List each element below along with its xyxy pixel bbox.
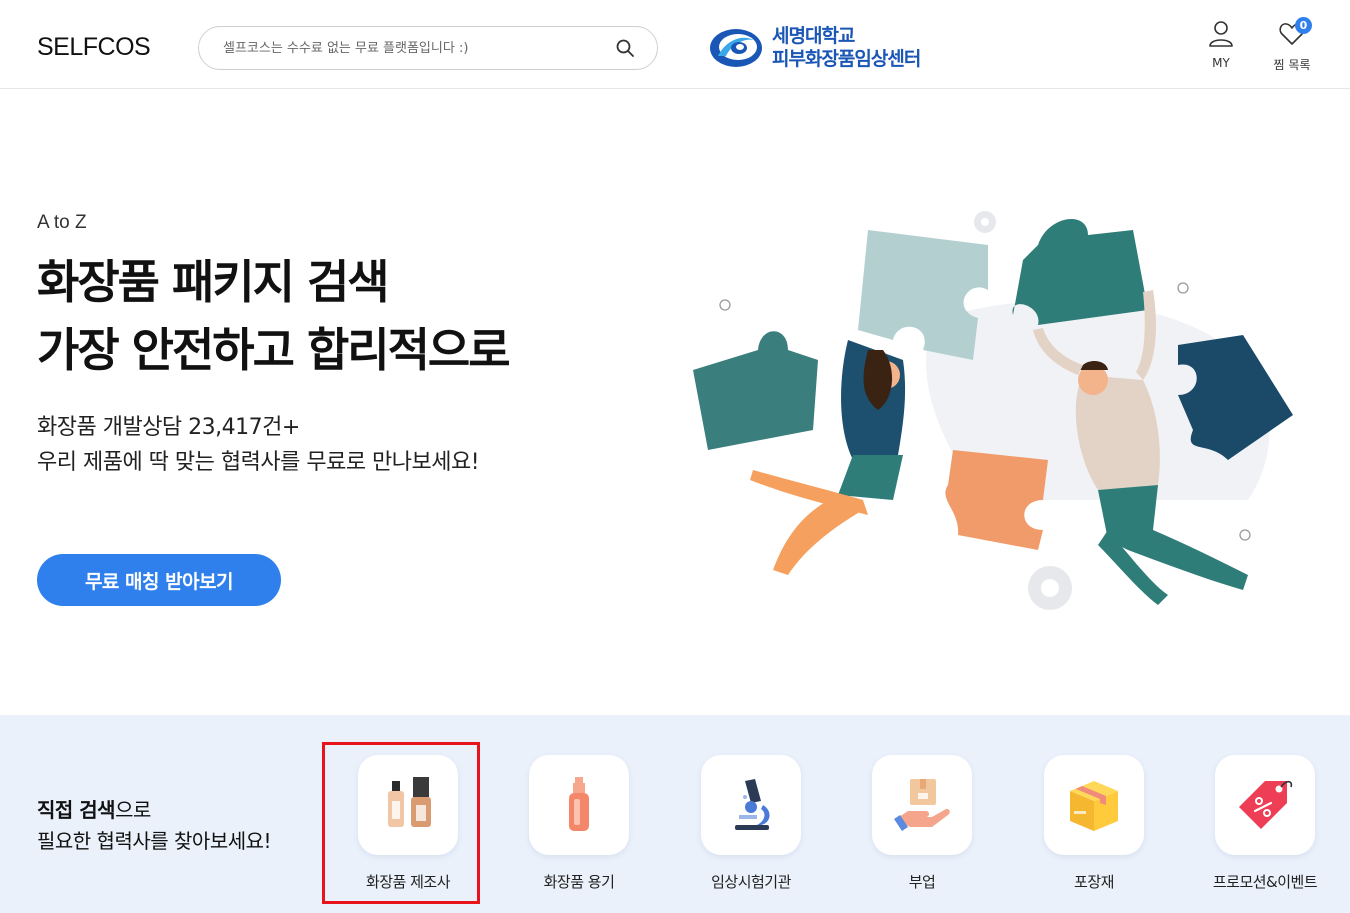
hero-desc-line-2: 우리 제품에 딱 맞는 협력사를 무료로 만나보세요! [37,450,480,475]
category-tile [1044,755,1144,855]
search-bar [198,26,658,70]
category-label: 임상시험기관 [711,873,791,891]
category-label: 화장품 제조사 [365,873,451,891]
wishlist-label: 찜 목록 [1273,58,1311,72]
site-header: SELFCOS 세명대학교 피부화장품임상센터 MY 0 [0,0,1350,89]
category-label: 프로모션&이벤트 [1212,873,1318,891]
partner-line-2: 피부화장품임상센터 [772,48,921,70]
category-tile [1215,755,1315,855]
category-intro-line-1: 직접 검색으로 [37,795,271,826]
category-intro-rest: 으로 [115,798,151,822]
puzzle-people-illustration [693,211,1293,610]
user-icon [1209,21,1233,47]
category-tile [701,755,801,855]
hero-eyebrow: A to Z [37,212,87,233]
partner-logo[interactable]: 세명대학교 피부화장품임상센터 [708,24,938,74]
my-label: MY [1212,56,1230,70]
partner-name: 세명대학교 피부화장품임상센터 [772,25,921,71]
hand-box-icon [894,779,950,831]
category-intro-line-2: 필요한 협력사를 찾아보세요! [37,829,272,853]
category-intro-bold: 직접 검색 [37,798,116,822]
category-label: 부업 [908,873,936,891]
category-container[interactable]: 화장품 용기 [509,755,649,905]
category-side-job[interactable]: 부업 [852,755,992,905]
category-promotion-event[interactable]: 프로모션&이벤트 [1195,755,1335,905]
hero-title-line-1: 화장품 패키지 검색 [37,255,390,309]
site-logo[interactable]: SELFCOS [37,33,151,62]
university-emblem-icon [710,29,762,67]
hero-title: 화장품 패키지 검색 가장 안전하고 합리적으로 [37,248,511,384]
category-tile [358,755,458,855]
category-clinical-lab[interactable]: 임상시험기관 [681,755,821,905]
category-tile [872,755,972,855]
package-box-icon [1070,781,1118,831]
category-label: 화장품 용기 [543,873,615,891]
hero-description: 화장품 개발상담 23,417건+ 우리 제품에 딱 맞는 협력사를 무료로 만… [37,410,480,480]
category-label: 포장재 [1074,873,1114,891]
free-matching-button[interactable]: 무료 매칭 받아보기 [37,554,281,606]
partner-line-1: 세명대학교 [772,25,855,47]
hero-desc-line-1: 화장품 개발상담 23,417건+ [37,415,300,440]
hero-title-line-2: 가장 안전하고 합리적으로 [37,323,511,377]
foundation-bottles-icon [388,777,431,827]
discount-tag-icon [1239,780,1293,829]
category-packaging[interactable]: 포장재 [1024,755,1164,905]
pump-bottle-icon [569,777,589,831]
wishlist-button[interactable]: 0 찜 목록 [1260,17,1324,80]
my-page-button[interactable]: MY [1189,20,1253,80]
category-manufacturer[interactable]: 화장품 제조사 [338,755,478,905]
wishlist-count-badge: 0 [1295,17,1312,34]
category-tile [529,755,629,855]
microscope-icon [735,779,770,830]
category-section: 직접 검색으로 필요한 협력사를 찾아보세요! 화장품 제조사 화장품 용기 임… [0,715,1350,913]
search-input[interactable] [223,27,603,69]
search-icon[interactable] [615,38,635,58]
category-intro: 직접 검색으로 필요한 협력사를 찾아보세요! [37,795,272,857]
